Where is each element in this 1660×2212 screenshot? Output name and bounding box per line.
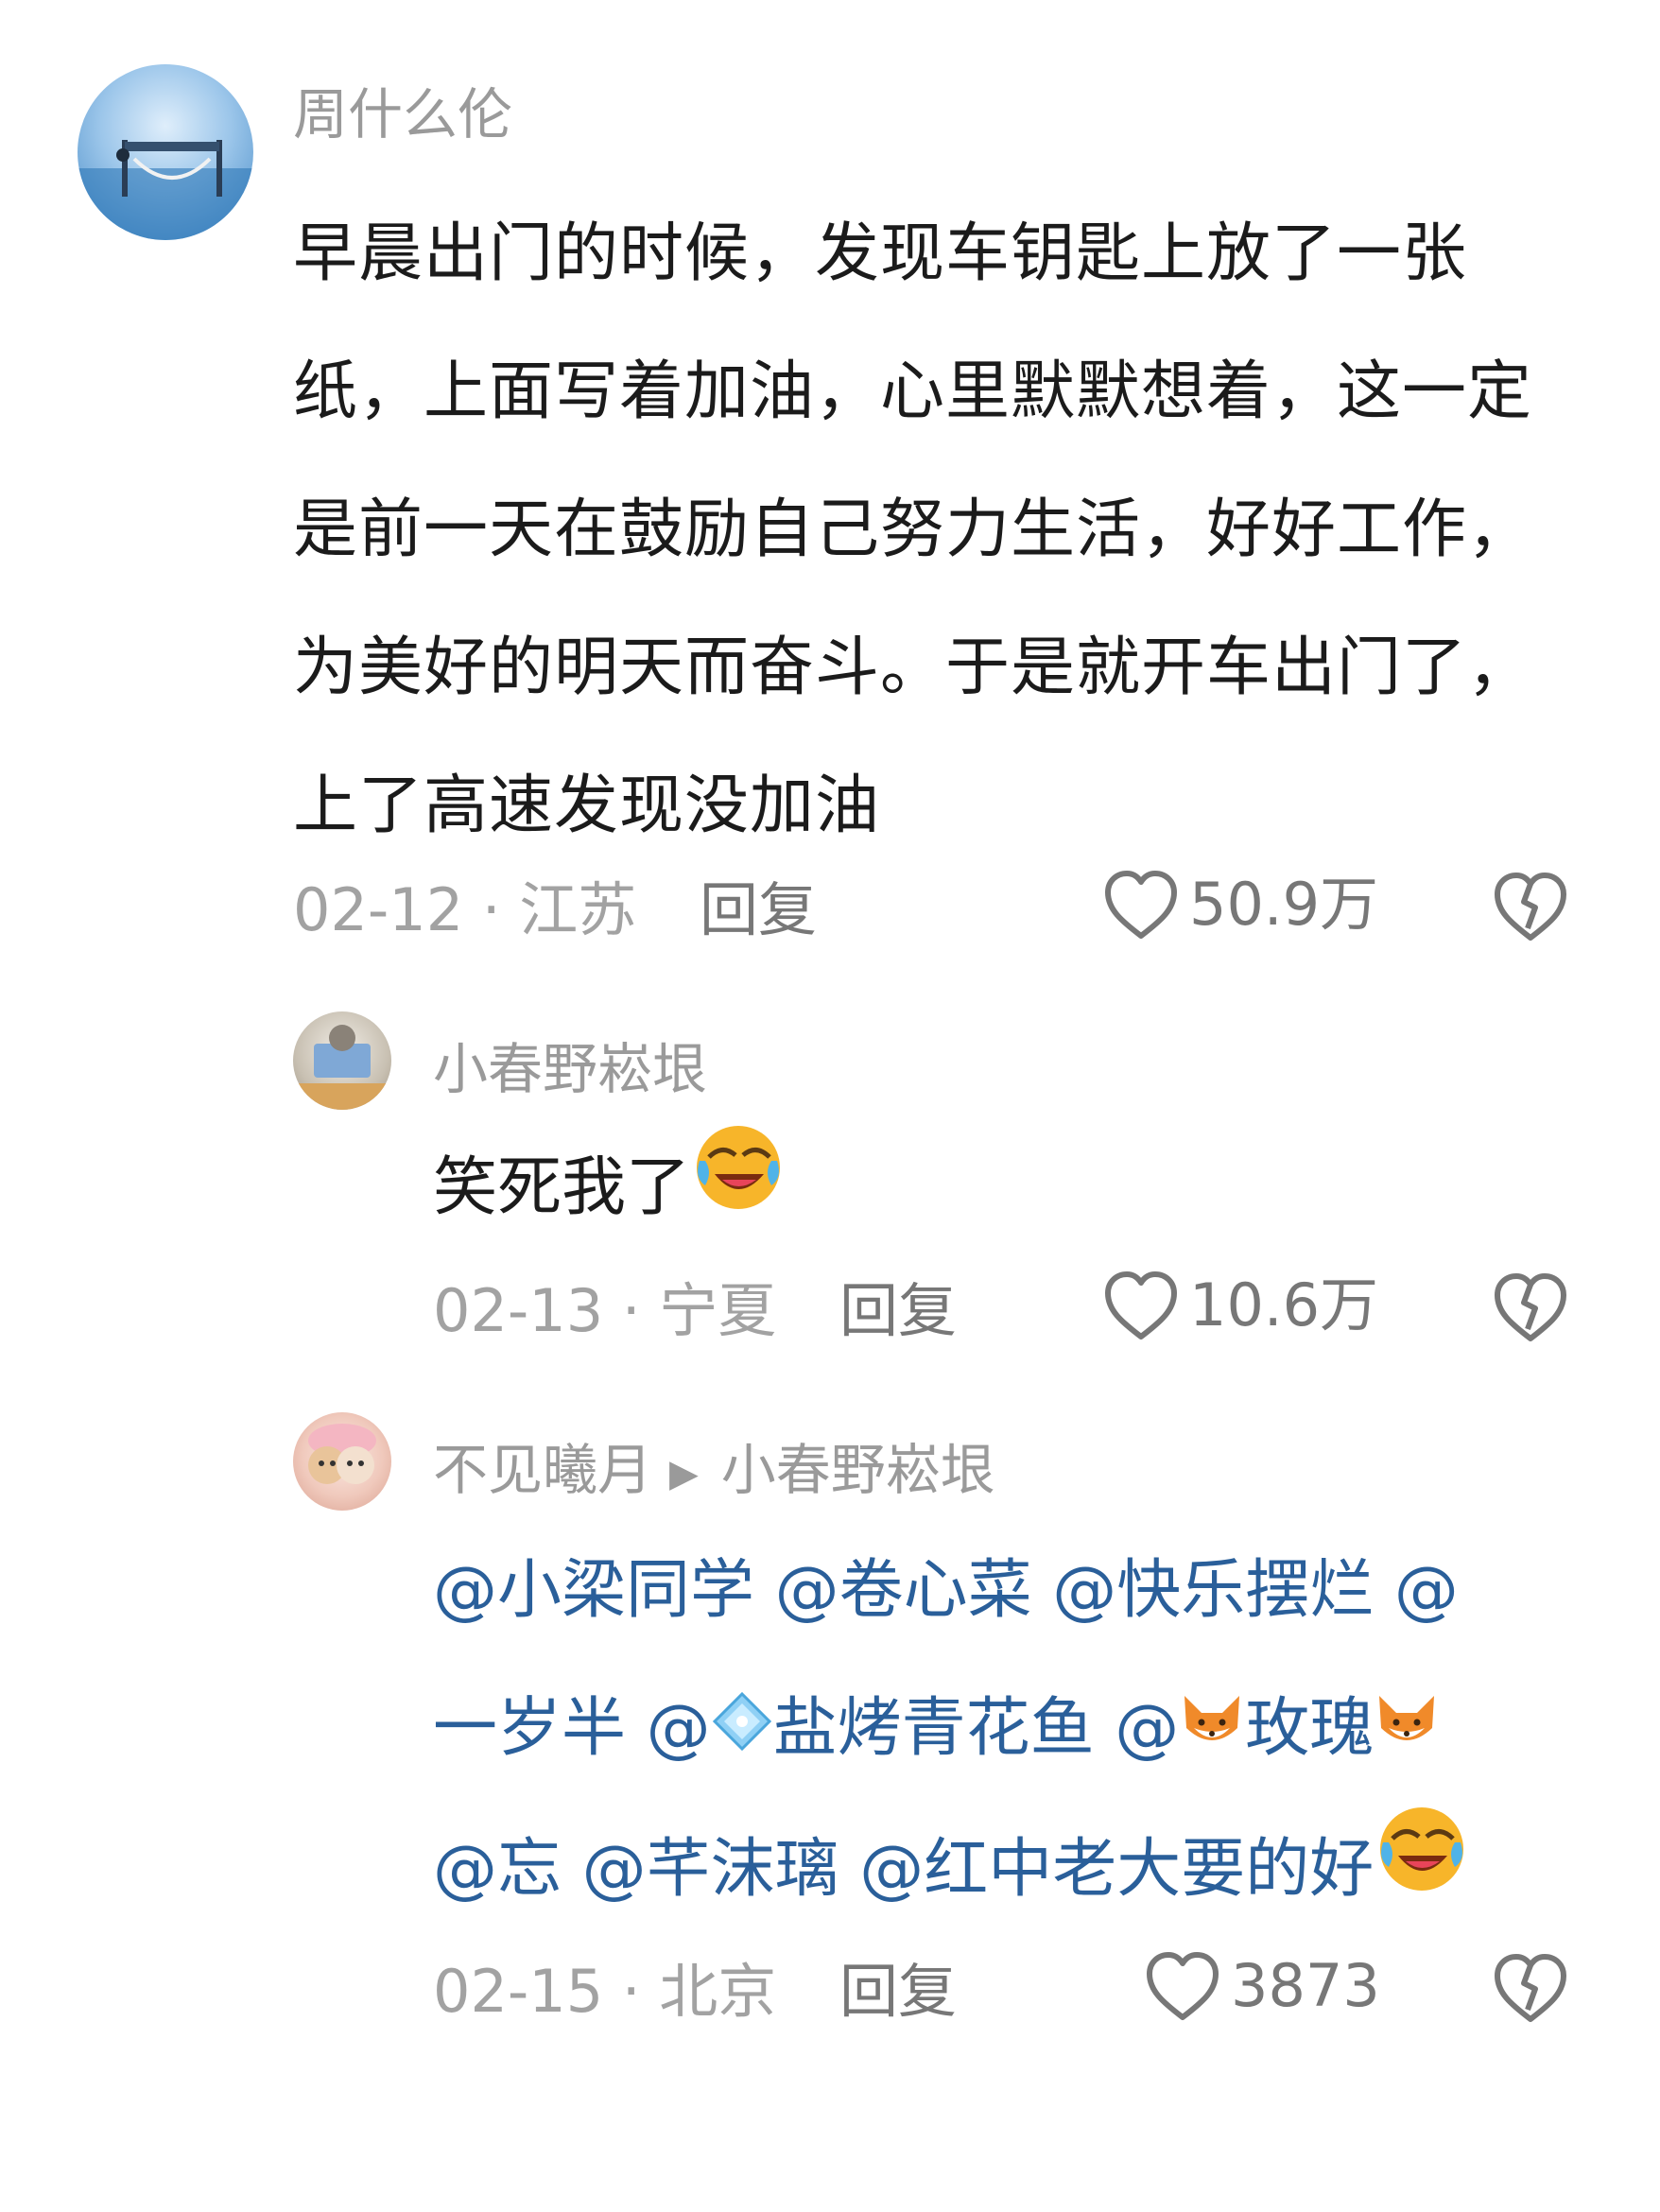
avatar-image bbox=[308, 1424, 376, 1484]
reply-text: 笑死我了 bbox=[433, 1119, 787, 1264]
mention-line: @忘 @芊沫璃 @红中老大要的好 bbox=[433, 1801, 1567, 1945]
like-count: 3873 bbox=[1231, 1951, 1380, 2020]
diamond-sparkle-emoji-icon bbox=[711, 1663, 773, 1801]
reply-to-username[interactable]: 小春野崧垠 bbox=[721, 1438, 995, 1502]
mention-link[interactable]: 一岁半 bbox=[433, 1691, 626, 1766]
heart-icon bbox=[1144, 1949, 1221, 2023]
fox-emoji-icon bbox=[1374, 1663, 1440, 1801]
like-button[interactable]: 50.9万 bbox=[1102, 868, 1378, 942]
dislike-button[interactable] bbox=[1492, 1951, 1569, 2025]
username[interactable]: 小春野崧垠 bbox=[433, 1036, 707, 1102]
reply-text: @小梁同学 @卷心菜 @快乐摆烂 @ 一岁半 @ 盐烤青花鱼 @ 玫瑰 @忘 @… bbox=[433, 1522, 1567, 1945]
heart-icon bbox=[1102, 1269, 1180, 1342]
mention-link[interactable]: @卷心菜 bbox=[775, 1553, 1032, 1628]
broken-heart-icon bbox=[1492, 1270, 1569, 1344]
comment-text: 早晨出门的时候，发现车钥匙上放了一张纸，上面写着加油，心里默默想着，这一定是前一… bbox=[293, 216, 1533, 843]
laughing-crying-emoji-icon bbox=[690, 1119, 787, 1264]
broken-heart-icon bbox=[1492, 1951, 1569, 2025]
username[interactable]: 周什么伦 bbox=[293, 81, 512, 147]
avatar[interactable] bbox=[78, 64, 253, 240]
avatar[interactable] bbox=[293, 1011, 391, 1110]
comment-meta: 02-12 · 江苏 bbox=[293, 875, 637, 944]
like-count: 10.6万 bbox=[1189, 1270, 1379, 1339]
mention-line: @小梁同学 @卷心菜 @快乐摆烂 @ bbox=[433, 1522, 1567, 1660]
reply-to-arrow-icon: ▶ bbox=[669, 1451, 699, 1495]
heart-icon bbox=[1102, 868, 1180, 942]
like-button[interactable]: 3873 bbox=[1144, 1949, 1380, 2023]
broken-heart-icon bbox=[1492, 870, 1569, 943]
avatar-image bbox=[293, 1025, 391, 1110]
username[interactable]: 不见曦月 bbox=[433, 1438, 652, 1502]
mention-link[interactable]: @ bbox=[1394, 1553, 1459, 1628]
mention-link[interactable]: @ bbox=[1115, 1691, 1179, 1766]
mention-link[interactable]: @忘 bbox=[433, 1833, 562, 1908]
reply-button[interactable]: 回复 bbox=[839, 1957, 957, 2027]
dislike-button[interactable] bbox=[1492, 1270, 1569, 1344]
reply-button[interactable]: 回复 bbox=[700, 875, 817, 945]
mention-line: 一岁半 @ 盐烤青花鱼 @ 玫瑰 bbox=[433, 1660, 1567, 1801]
dislike-button[interactable] bbox=[1492, 870, 1569, 943]
mention-link[interactable]: @ bbox=[647, 1691, 711, 1766]
laughing-crying-emoji-icon bbox=[1374, 1801, 1470, 1945]
mention-link[interactable]: @红中老大要的好 bbox=[859, 1833, 1374, 1908]
mention-link[interactable]: @芊沫璃 bbox=[582, 1833, 839, 1908]
reply-header: 不见曦月 ▶ 小春野崧垠 bbox=[433, 1437, 995, 1507]
mention-link[interactable]: 玫瑰 bbox=[1245, 1691, 1374, 1766]
mention-link[interactable]: @小梁同学 bbox=[433, 1553, 754, 1628]
mention-link[interactable]: 盐烤青花鱼 bbox=[773, 1691, 1095, 1766]
comment-meta: 02-15 · 北京 bbox=[433, 1957, 777, 2026]
comment-meta: 02-13 · 宁夏 bbox=[433, 1276, 777, 1345]
fox-emoji-icon bbox=[1179, 1663, 1245, 1801]
avatar[interactable] bbox=[293, 1412, 391, 1511]
mention-link[interactable]: @快乐摆烂 bbox=[1052, 1553, 1374, 1628]
like-count: 50.9万 bbox=[1189, 870, 1379, 939]
like-button[interactable]: 10.6万 bbox=[1102, 1269, 1378, 1342]
reply-button[interactable]: 回复 bbox=[839, 1276, 957, 1346]
avatar-image bbox=[78, 140, 253, 240]
